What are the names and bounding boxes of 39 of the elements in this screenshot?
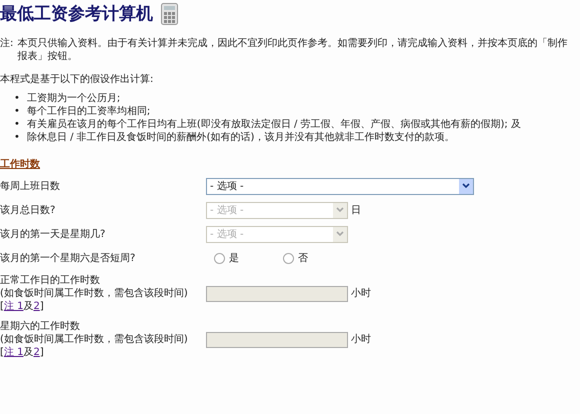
dropdown[interactable]: - 选项 - (206, 178, 474, 194)
bullet-text: • (14, 92, 20, 105)
radio-button[interactable] (214, 252, 225, 264)
bullet-text: • (14, 131, 20, 144)
field-hint: (如食饭时间属工作时数，需包含该段时间) (0, 287, 189, 300)
join-text: 及 (23, 300, 34, 313)
field-label: 每周上班日数 (0, 180, 61, 192)
radio-label: 是 (229, 252, 239, 264)
bracket-text: [ (0, 300, 4, 313)
field-label: 该月总日数? (0, 204, 56, 216)
note-label: 注: (0, 37, 14, 51)
field-label: 星期六的工作时数 (0, 320, 81, 333)
intro-text: 本程式是基于以下的假设作出计算: (0, 73, 154, 86)
radio-button[interactable] (283, 252, 294, 264)
assumption-item: 每个工作日的工资率均相同; (26, 105, 150, 118)
assumption-item: 有关雇员在该月的每个工作日均有上班(即没有放取法定假日 / 劳工假、年假、产假、病假或其他有薪的假期); 及 (26, 118, 521, 131)
unit-label: 日 (351, 204, 361, 216)
caret-icon (333, 202, 347, 218)
bullet-text: • (14, 118, 20, 131)
bracket-text: ] (40, 300, 44, 313)
page-title: 最低工资参考计算机 (0, 3, 153, 25)
caret-icon (459, 178, 473, 194)
section-heading: 工作时数 (0, 158, 40, 171)
calculator-icon (161, 3, 178, 25)
field-hint: (如食饭时间属工作时数，需包含该段时间) (0, 333, 189, 346)
unit-label: 小时 (351, 287, 371, 300)
join-text: 及 (23, 346, 34, 359)
field-label: 该月的第一个星期六是否短周? (0, 252, 136, 264)
caret-icon (333, 226, 347, 242)
bracket-text: [ (0, 346, 4, 359)
assumption-item: 工资期为一个公历月; (26, 92, 120, 105)
field-label: 正常工作日的工作时数 (0, 274, 101, 287)
field-label: 该月的第一天是星期几? (0, 228, 106, 240)
radio-label: 否 (298, 252, 308, 264)
bullet-text: • (14, 105, 20, 118)
bracket-text: ] (40, 346, 44, 359)
unit-label: 小时 (351, 333, 371, 346)
note-text: 本页只供输入资料。由于有关计算并未完成，因此不宜列印此页作参考。如需要列印，请完成输入资料，并按本页底的「制作报表」按钮。 (17, 37, 568, 63)
assumption-item: 除休息日 / 非工作日及食饭时间的薪酬外(如有的话)，该月并没有其他就非工作时数支付的款项。 (26, 131, 454, 144)
